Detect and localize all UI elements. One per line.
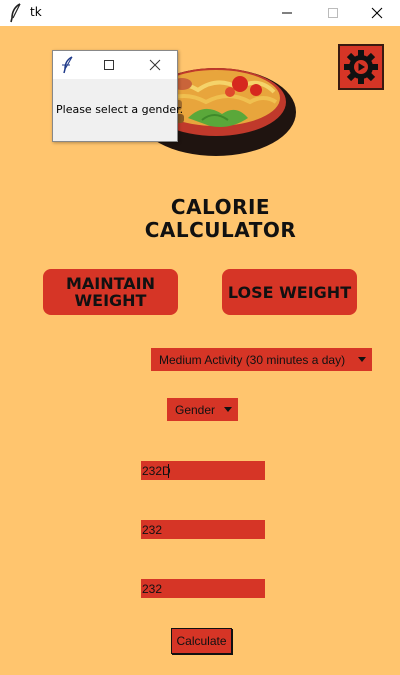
- input-field-2[interactable]: [141, 520, 265, 539]
- feather-icon: [62, 56, 73, 74]
- feather-icon: [10, 3, 21, 23]
- gender-warning-dialog: Please select a gender.: [52, 50, 184, 142]
- settings-button[interactable]: [338, 44, 384, 90]
- maximize-icon: [104, 60, 114, 70]
- dialog-message: Please select a gender.: [56, 103, 184, 116]
- gender-select[interactable]: Gender: [167, 398, 238, 421]
- close-button[interactable]: [354, 0, 400, 26]
- dialog-title-bar: [53, 51, 177, 79]
- text-cursor: [168, 464, 169, 478]
- gender-value: Gender: [175, 402, 216, 417]
- lose-weight-button[interactable]: LOSE WEIGHT: [222, 269, 357, 315]
- maximize-icon: [328, 8, 338, 18]
- window-title: tk: [30, 5, 42, 19]
- window-title-bar: tk: [0, 0, 400, 26]
- activity-level-select[interactable]: Medium Activity (30 minutes a day): [151, 348, 372, 371]
- input-field-3[interactable]: [141, 579, 265, 598]
- close-icon: [149, 59, 161, 71]
- calculate-button[interactable]: Calculate: [171, 628, 232, 654]
- activity-level-value: Medium Activity (30 minutes a day): [159, 352, 346, 367]
- minimize-button[interactable]: [264, 0, 310, 26]
- gear-icon: [344, 50, 378, 84]
- input-field-1[interactable]: [141, 461, 265, 480]
- maintain-weight-button[interactable]: MAINTAIN WEIGHT: [43, 269, 178, 315]
- dialog-close-button[interactable]: [135, 51, 175, 79]
- dropdown-arrow-icon: [358, 357, 366, 362]
- minimize-icon: [282, 12, 292, 14]
- close-icon: [371, 7, 383, 19]
- page-title: CALORIE CALCULATOR: [144, 195, 297, 242]
- dialog-maximize-button[interactable]: [89, 51, 129, 79]
- dropdown-arrow-icon: [224, 407, 232, 412]
- maximize-button[interactable]: [310, 0, 356, 26]
